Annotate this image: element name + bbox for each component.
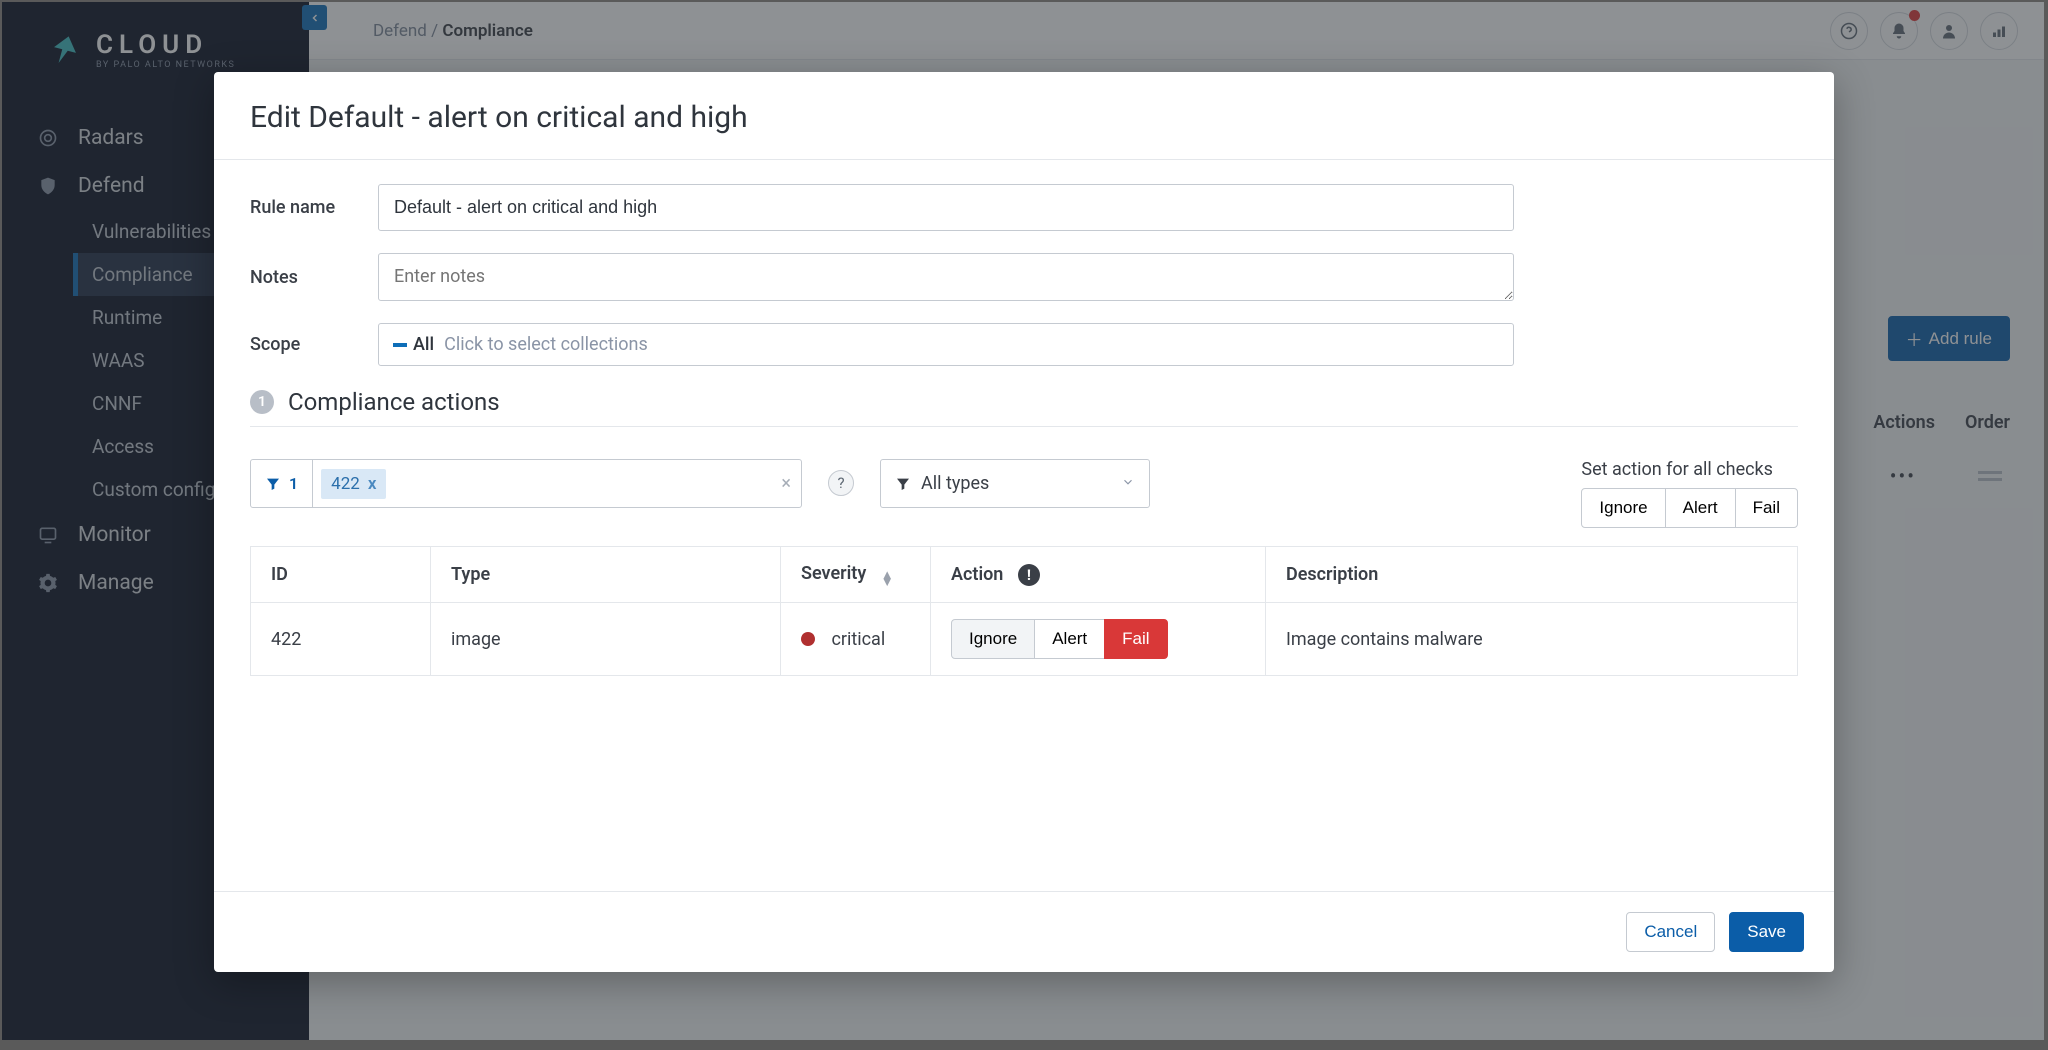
notes-input[interactable]	[378, 253, 1514, 301]
row-ignore-button[interactable]: Ignore	[951, 619, 1035, 659]
set-all-alert-button[interactable]: Alert	[1665, 488, 1736, 528]
row-action-group: Ignore Alert Fail	[951, 619, 1168, 659]
cell-type: image	[431, 603, 781, 676]
section-number-badge: 1	[250, 390, 274, 414]
compliance-actions-section: 1 Compliance actions	[250, 388, 1798, 427]
chip-remove-icon[interactable]: x	[368, 474, 377, 494]
filter-chip[interactable]: 422 x	[321, 469, 386, 499]
chevron-down-icon	[1121, 473, 1135, 494]
row-fail-button[interactable]: Fail	[1104, 619, 1167, 659]
cell-description: Image contains malware	[1266, 603, 1798, 676]
save-button[interactable]: Save	[1729, 912, 1804, 952]
section-title: Compliance actions	[288, 388, 500, 416]
filter-input[interactable]: 1 422 x ×	[250, 459, 802, 508]
cell-action: Ignore Alert Fail	[931, 603, 1266, 676]
col-type[interactable]: Type	[431, 547, 781, 603]
col-action[interactable]: Action !	[931, 547, 1266, 603]
sort-arrows-icon[interactable]: ▲▼	[881, 572, 894, 586]
set-all-button-group: Ignore Alert Fail	[1581, 488, 1798, 528]
info-icon[interactable]: !	[1018, 564, 1040, 586]
filter-icon	[265, 476, 281, 492]
rule-name-input[interactable]	[378, 184, 1514, 231]
col-id[interactable]: ID	[251, 547, 431, 603]
cancel-button[interactable]: Cancel	[1626, 912, 1715, 952]
filter-icon	[895, 476, 911, 492]
table-row: 422 image critical Ignore Alert Fail	[251, 603, 1798, 676]
set-all-label: Set action for all checks	[1581, 459, 1798, 480]
col-severity[interactable]: Severity ▲▼	[781, 547, 931, 603]
scope-label: Scope	[250, 334, 378, 355]
cell-id: 422	[251, 603, 431, 676]
severity-dot-icon	[801, 632, 815, 646]
scope-all-swatch-icon	[393, 343, 407, 347]
cell-severity: critical	[781, 603, 931, 676]
col-description[interactable]: Description	[1266, 547, 1798, 603]
type-filter-select[interactable]: All types	[880, 459, 1150, 508]
filter-clear-icon[interactable]: ×	[781, 473, 791, 494]
row-alert-button[interactable]: Alert	[1034, 619, 1105, 659]
notes-label: Notes	[250, 267, 378, 288]
rule-name-label: Rule name	[250, 197, 378, 218]
filter-help-icon[interactable]: ?	[828, 470, 854, 496]
scope-input[interactable]: All Click to select collections	[378, 323, 1514, 366]
edit-rule-modal: Edit Default - alert on critical and hig…	[214, 72, 1834, 972]
compliance-table: ID Type Severity ▲▼ Action ! Description	[250, 546, 1798, 676]
set-all-fail-button[interactable]: Fail	[1735, 488, 1798, 528]
modal-title: Edit Default - alert on critical and hig…	[214, 72, 1834, 160]
set-all-ignore-button[interactable]: Ignore	[1581, 488, 1665, 528]
